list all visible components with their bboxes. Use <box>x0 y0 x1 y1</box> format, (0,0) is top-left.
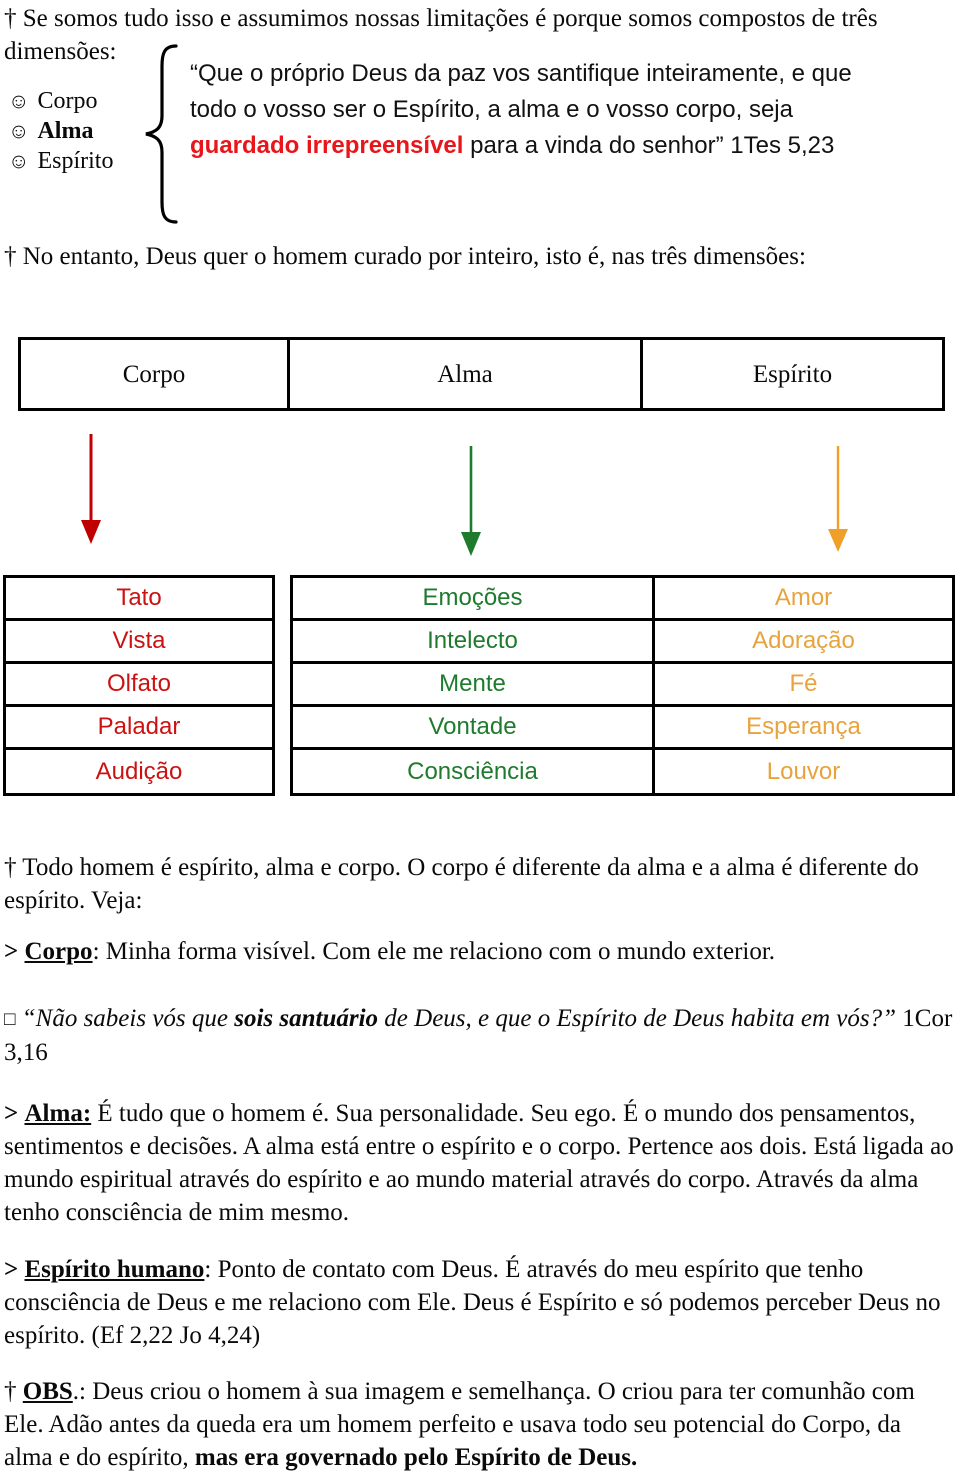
table-row: Tato <box>6 578 272 621</box>
paragraph-obs-emphasis: mas era governado pelo Espírito de Deus. <box>194 1444 638 1471</box>
soul-column: Emoções Intelecto Mente Vontade Consciên… <box>293 578 655 793</box>
cell-text: Olfato <box>106 670 172 697</box>
list-item: ☺ Alma <box>8 116 148 146</box>
cell-text: Consciência <box>407 757 538 785</box>
list-marker: > <box>4 1100 19 1127</box>
table-header-corpo: Corpo <box>21 340 290 408</box>
cell-text: Emoções <box>422 584 523 611</box>
table-row: Vista <box>6 621 272 664</box>
quote-highlight: guardado irrepreensível <box>190 132 464 159</box>
arrow-corpo-icon <box>81 434 101 544</box>
list-marker: > <box>4 1256 19 1283</box>
cell-text: Vontade <box>428 713 517 740</box>
table-row: Audição <box>6 750 272 793</box>
cell-text: Tato <box>116 584 162 611</box>
table-row: Paladar <box>6 707 272 750</box>
scripture-text-part-2: de Deus, e que o Espírito de Deus habita… <box>378 1005 897 1032</box>
cell-text: Vista <box>112 627 166 654</box>
spirit-column: Amor Adoração Fé Esperança Louvor <box>655 578 952 793</box>
table-row: Olfato <box>6 664 272 707</box>
scripture-text-part-1: “Não sabeis vós que <box>21 1005 235 1032</box>
curly-brace-icon <box>145 44 178 224</box>
term-corpo: Corpo <box>24 938 93 965</box>
dimension-label-alma: Alma <box>37 118 94 144</box>
table-row: Fé <box>655 664 952 707</box>
list-item: ☺ Espírito <box>8 146 148 176</box>
dagger-icon: † <box>4 1378 17 1405</box>
paragraph-espirito-humano: > Espírito humano: Ponto de contato com … <box>4 1253 954 1352</box>
smiley-icon: ☺ <box>8 89 30 113</box>
cell-text: Adoração <box>752 627 855 654</box>
cell-text: Paladar <box>97 713 181 740</box>
paragraph-alma-text: É tudo que o homem é. Sua personalidade.… <box>4 1100 954 1226</box>
cell-text: Esperança <box>746 713 861 740</box>
table-row: Emoções <box>293 578 652 621</box>
list-marker: > <box>4 938 19 965</box>
list-item: ☺ Corpo <box>8 86 148 116</box>
table-row: Adoração <box>655 621 952 664</box>
slide-page: † Se somos tudo isso e assumimos nossas … <box>0 0 960 1472</box>
scripture-text-bold: sois santuário <box>234 1005 379 1032</box>
arrow-espirito-icon <box>828 446 848 552</box>
paragraph-corpo-text: : Minha forma visível. Com ele me relaci… <box>92 938 776 965</box>
table-row: Amor <box>655 578 952 621</box>
term-alma: Alma: <box>24 1100 92 1127</box>
paragraph-observacao: † OBS.: Deus criou o homem à sua imagem … <box>4 1375 954 1474</box>
cell-text: Louvor <box>766 757 841 785</box>
table-row: Esperança <box>655 707 952 750</box>
three-dimensions-table: Corpo Alma Espírito <box>18 337 945 411</box>
paragraph-scripture-1cor: □ “Não sabeis vós que sois santuário de … <box>4 1002 954 1069</box>
cell-text: Mente <box>439 670 506 697</box>
smiley-icon: ☺ <box>8 149 30 173</box>
table-header-espirito: Espírito <box>752 360 833 388</box>
dimension-label-espirito: Espírito <box>37 148 114 174</box>
table-header-alma: Alma <box>290 340 643 408</box>
table-row: Mente <box>293 664 652 707</box>
cell-text: Audição <box>95 757 183 785</box>
quote-part-2: para a vinda do senhor” 1Tes 5,23 <box>463 132 835 159</box>
paragraph-alma: > Alma: É tudo que o homem é. Sua person… <box>4 1097 954 1229</box>
dimension-label-corpo: Corpo <box>37 88 98 114</box>
cell-text: Intelecto <box>427 627 518 654</box>
term-espirito-humano: Espírito humano <box>24 1256 205 1283</box>
smiley-icon: ☺ <box>8 119 30 143</box>
arrow-alma-icon <box>461 446 481 556</box>
square-bullet-icon: □ <box>4 1009 16 1030</box>
paragraph-intro-three-parts: † Todo homem é espírito, alma e corpo. O… <box>4 854 919 914</box>
term-obs: OBS <box>22 1378 73 1405</box>
scripture-quote: “Que o próprio Deus da paz vos santifiqu… <box>190 56 890 164</box>
quote-part-1: “Que o próprio Deus da paz vos santifiqu… <box>190 60 852 123</box>
body-senses-table: Tato Vista Olfato Paladar Audição <box>3 575 275 796</box>
soul-spirit-table: Emoções Intelecto Mente Vontade Consciên… <box>290 575 955 796</box>
table-row: Louvor <box>655 750 952 793</box>
cell-text: Amor <box>774 584 833 611</box>
paragraph-corpo: > Corpo: Minha forma visível. Com ele me… <box>4 935 954 968</box>
table-row: Consciência <box>293 750 652 793</box>
statement-line: † No entanto, Deus quer o homem curado p… <box>4 243 806 270</box>
table-row: Intelecto <box>293 621 652 664</box>
table-row: Vontade <box>293 707 652 750</box>
dimension-list: ☺ Corpo ☺ Alma ☺ Espírito <box>8 86 148 176</box>
cell-text: Fé <box>789 670 818 697</box>
